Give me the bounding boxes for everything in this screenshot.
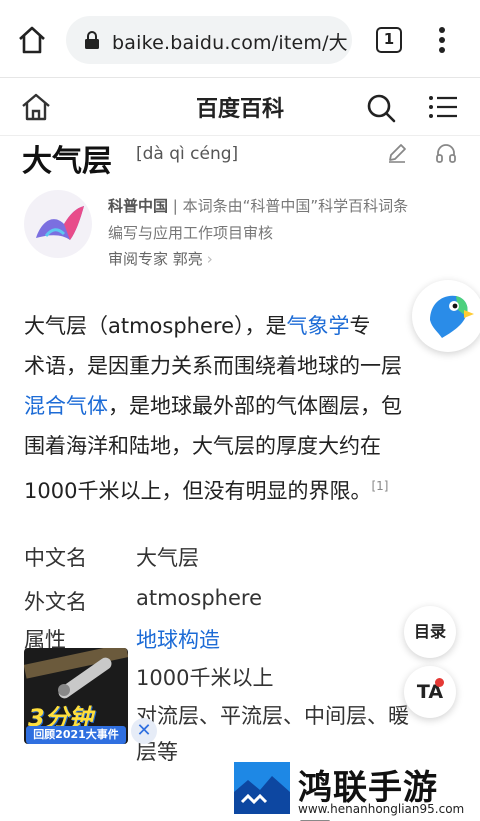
site-header: 百度百科 (0, 78, 480, 136)
source-info-line2: 编写与应用工作项目审核 (108, 224, 274, 242)
notification-dot (435, 678, 444, 687)
promo-image: 3分钟 回顾2021大事件 (24, 648, 128, 744)
source-name[interactable]: 科普中国 (108, 197, 168, 215)
link-meteorology[interactable]: 气象学 (287, 314, 350, 338)
info-key: 外文名 (24, 590, 87, 614)
url-text: baike.baidu.com/item/大 (112, 32, 348, 54)
para-line-1: 大气层（atmosphere），是气象学专 (24, 306, 464, 346)
info-value: 大气层 (136, 546, 199, 570)
para-text: 1000千米以上，但没有明显的界限。 (24, 479, 372, 503)
browser-menu-icon[interactable] (432, 22, 452, 58)
tab-switcher-button[interactable]: 1 (376, 27, 402, 53)
ta-button[interactable]: TA (404, 666, 456, 718)
para-text: 大气层（atmosphere），是 (24, 314, 287, 338)
para-line-5: 1000千米以上，但没有明显的界限。[1] (24, 466, 464, 511)
info-value-link[interactable]: 地球构造 (136, 624, 220, 654)
reviewer-text: 审阅专家 郭亮 (108, 250, 203, 268)
list-menu-icon[interactable] (428, 94, 458, 120)
browser-home-icon[interactable] (16, 24, 48, 56)
para-line-2: 术语，是因重力关系而围绕着地球的一层 (24, 354, 402, 378)
summary-paragraph: 大气层（atmosphere），是气象学专 术语，是因重力关系而围绕着地球的一层… (24, 306, 464, 511)
table-of-contents-button[interactable]: 目录 (404, 606, 456, 658)
info-value: 对流层、平流层、中间层、暖 (136, 704, 409, 728)
link-mixed-gas[interactable]: 混合气体 (24, 394, 108, 418)
para-text: 专 (349, 314, 371, 338)
address-bar[interactable]: baike.baidu.com/item/大 (66, 16, 352, 64)
kepu-logo-icon (36, 206, 84, 240)
promo-banner[interactable]: 3分钟 回顾2021大事件 (24, 648, 128, 744)
entry-pinyin: [dà qì céng] (136, 144, 239, 164)
watermark: 鸿联手游网 www.henanhonglian95.com (232, 758, 472, 821)
watermark-url: www.henanhonglian95.com (298, 802, 465, 816)
promo-subtitle: 回顾2021大事件 (26, 726, 126, 744)
source-info-line1: 科普中国 | 本词条由“科普中国”科学百科词条 (108, 195, 408, 216)
chevron-right-icon: › (206, 250, 213, 268)
kepu-china-logo (24, 190, 92, 258)
lock-icon (85, 31, 99, 49)
para-line-3: 混合气体，是地球最外部的气体圈层，包 (24, 386, 464, 426)
info-key: 中文名 (24, 546, 87, 570)
info-value: 1000千米以上 (136, 666, 274, 690)
reference-marker[interactable]: [1] (371, 479, 388, 493)
search-icon[interactable] (364, 91, 398, 125)
watermark-logo (234, 762, 290, 814)
browser-toolbar: baike.baidu.com/item/大 1 (0, 0, 480, 78)
pencil-icon[interactable] (386, 142, 408, 164)
info-value: atmosphere (136, 586, 262, 610)
headphones-icon[interactable] (435, 142, 457, 164)
close-icon[interactable]: ✕ (131, 718, 157, 744)
para-text: ，是地球最外部的气体圈层，包 (108, 394, 402, 418)
source-desc: | 本词条由“科普中国”科学百科词条 (168, 197, 409, 215)
site-title: 百度百科 (195, 97, 284, 122)
entry-title: 大气层 (22, 144, 112, 179)
source-reviewer[interactable]: 审阅专家 郭亮 › (108, 248, 213, 269)
para-line-4: 围着海洋和陆地，大气层的厚度大约在 (24, 434, 381, 458)
